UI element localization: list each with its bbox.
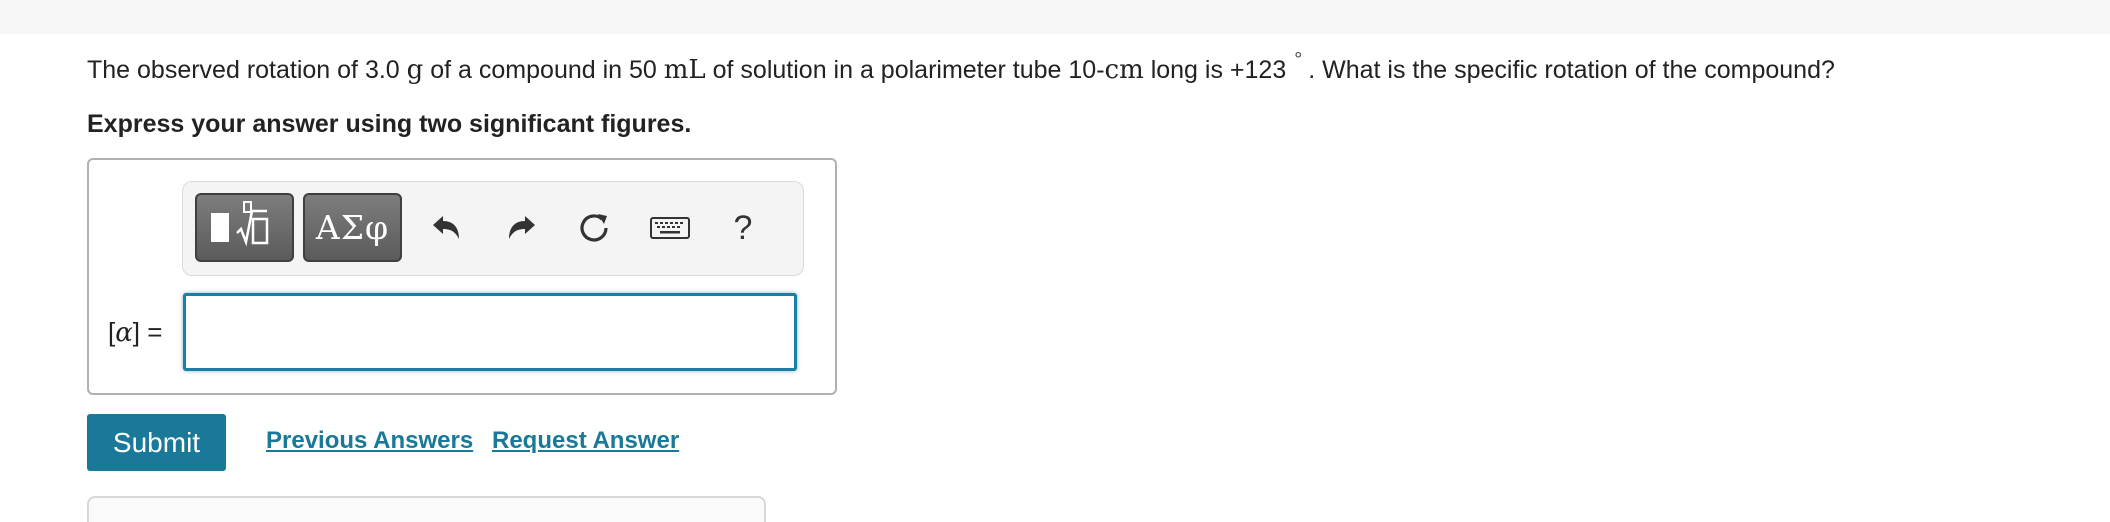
greek-symbols-icon: ΑΣφ [315, 208, 390, 247]
redo-icon [509, 216, 535, 239]
undo-button[interactable] [424, 204, 468, 252]
keyboard-button[interactable] [646, 204, 694, 252]
submit-button[interactable]: Submit [87, 414, 226, 471]
help-button[interactable]: ? [721, 204, 765, 252]
question-part: . What is the specific rotation of the c… [1308, 56, 1835, 84]
question-part: of a compound in 50 [423, 56, 664, 84]
question-part: The observed rotation of 3.0 [87, 56, 407, 84]
help-icon: ? [733, 208, 753, 247]
reset-button[interactable] [572, 204, 616, 252]
degree-symbol: ° [1294, 49, 1303, 71]
templates-icon [211, 201, 269, 247]
alpha-symbol: α [115, 318, 133, 348]
top-strip [0, 0, 2110, 34]
redo-button[interactable] [500, 204, 544, 252]
answer-input[interactable] [183, 293, 797, 371]
reset-icon [580, 214, 608, 242]
question-text: The observed rotation of 3.0 g of a comp… [87, 49, 1835, 85]
feedback-panel [87, 496, 766, 522]
keyboard-icon [650, 217, 690, 239]
templates-button[interactable] [195, 193, 294, 262]
previous-answers-link[interactable]: Previous Answers [266, 427, 473, 455]
unit-cm: cm [1104, 55, 1144, 85]
bracket-close-equals: ] = [132, 317, 163, 347]
answer-label: [α] = [108, 317, 162, 348]
instruction-text: Express your answer using two significan… [87, 110, 692, 138]
unit-ml: mL [663, 55, 706, 85]
question-part: long is +123 [1143, 56, 1287, 84]
request-answer-link[interactable]: Request Answer [492, 427, 679, 455]
greek-symbols-button[interactable]: ΑΣφ [303, 193, 402, 262]
unit-g: g [406, 55, 424, 85]
undo-icon [433, 216, 459, 239]
question-part: of solution in a polarimeter tube 10- [705, 56, 1105, 84]
